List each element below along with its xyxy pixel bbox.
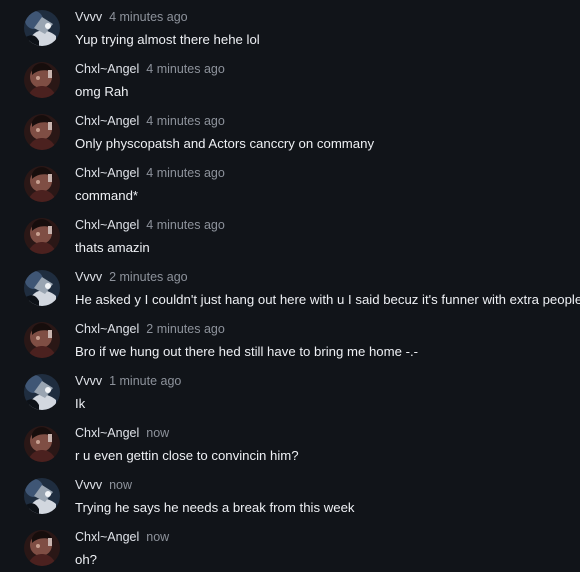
message-text: Yup trying almost there hehe lol xyxy=(75,32,260,47)
angel-avatar-icon xyxy=(24,166,60,202)
chat-message: Vvvv now Trying he says he needs a break … xyxy=(0,468,580,520)
angel-avatar-icon xyxy=(24,218,60,254)
message-text: r u even gettin close to convincin him? xyxy=(75,448,299,463)
username[interactable]: Chxl~Angel xyxy=(75,166,139,180)
message-text: Trying he says he needs a break from thi… xyxy=(75,500,355,515)
username[interactable]: Chxl~Angel xyxy=(75,62,139,76)
chat-message: Chxl~Angel now oh? xyxy=(0,520,580,572)
vvvv-avatar-icon xyxy=(24,374,60,410)
message-text: omg Rah xyxy=(75,84,129,99)
message-meta: Vvvv 1 minute ago xyxy=(75,374,181,389)
username[interactable]: Chxl~Angel xyxy=(75,218,139,232)
message-meta: Vvvv 2 minutes ago xyxy=(75,270,188,285)
message-meta: Vvvv now xyxy=(75,478,132,493)
avatar[interactable] xyxy=(24,62,60,98)
timestamp: 4 minutes ago xyxy=(146,62,225,76)
timestamp: 1 minute ago xyxy=(109,374,182,388)
timestamp: now xyxy=(146,426,170,440)
message-meta: Chxl~Angel 4 minutes ago xyxy=(75,218,225,233)
avatar[interactable] xyxy=(24,10,60,46)
avatar[interactable] xyxy=(24,270,60,306)
username[interactable]: Vvvv xyxy=(75,374,102,388)
message-text: thats amazin xyxy=(75,240,150,255)
timestamp: 4 minutes ago xyxy=(146,166,225,180)
message-meta: Chxl~Angel 2 minutes ago xyxy=(75,322,225,337)
angel-avatar-icon xyxy=(24,426,60,462)
chat-message: Chxl~Angel 4 minutes ago Only physcopatsh… xyxy=(0,104,580,156)
chat-message: Chxl~Angel 4 minutes ago omg Rah xyxy=(0,52,580,104)
message-text: Bro if we hung out there hed still have … xyxy=(75,344,419,359)
avatar[interactable] xyxy=(24,478,60,514)
username[interactable]: Chxl~Angel xyxy=(75,114,139,128)
chat-message: Vvvv 2 minutes ago He asked y I couldn't … xyxy=(0,260,580,312)
vvvv-avatar-icon xyxy=(24,10,60,46)
angel-avatar-icon xyxy=(24,530,60,566)
avatar[interactable] xyxy=(24,426,60,462)
chat-message-list[interactable]: Vvvv 4 minutes ago Yup trying almost ther… xyxy=(0,0,580,572)
message-text: Ik xyxy=(75,396,86,411)
message-meta: Chxl~Angel 4 minutes ago xyxy=(75,114,225,129)
message-text: Only physcopatsh and Actors canccry on c… xyxy=(75,136,375,151)
message-text: He asked y I couldn't just hang out here… xyxy=(75,292,580,307)
avatar[interactable] xyxy=(24,374,60,410)
chat-message: Vvvv 1 minute ago Ik xyxy=(0,364,580,416)
vvvv-avatar-icon xyxy=(24,270,60,306)
username[interactable]: Chxl~Angel xyxy=(75,322,139,336)
timestamp: now xyxy=(109,478,133,492)
chat-message: Vvvv 4 minutes ago Yup trying almost ther… xyxy=(0,0,580,52)
timestamp: 4 minutes ago xyxy=(146,114,225,128)
avatar[interactable] xyxy=(24,530,60,566)
username[interactable]: Chxl~Angel xyxy=(75,426,139,440)
avatar[interactable] xyxy=(24,322,60,358)
angel-avatar-icon xyxy=(24,62,60,98)
message-text: command* xyxy=(75,188,139,203)
vvvv-avatar-icon xyxy=(24,478,60,514)
message-meta: Chxl~Angel now xyxy=(75,530,169,545)
username[interactable]: Vvvv xyxy=(75,10,102,24)
message-meta: Chxl~Angel 4 minutes ago xyxy=(75,166,225,181)
username[interactable]: Vvvv xyxy=(75,478,102,492)
message-meta: Chxl~Angel now xyxy=(75,426,169,441)
message-text: oh? xyxy=(75,552,98,567)
angel-avatar-icon xyxy=(24,322,60,358)
timestamp: now xyxy=(146,530,170,544)
message-meta: Chxl~Angel 4 minutes ago xyxy=(75,62,225,77)
message-meta: Vvvv 4 minutes ago xyxy=(75,10,188,25)
avatar[interactable] xyxy=(24,166,60,202)
chat-message: Chxl~Angel 2 minutes ago Bro if we hung o… xyxy=(0,312,580,364)
username[interactable]: Vvvv xyxy=(75,270,102,284)
chat-message: Chxl~Angel 4 minutes ago thats amazin xyxy=(0,208,580,260)
avatar[interactable] xyxy=(24,114,60,150)
username[interactable]: Chxl~Angel xyxy=(75,530,139,544)
avatar[interactable] xyxy=(24,218,60,254)
timestamp: 2 minutes ago xyxy=(146,322,225,336)
timestamp: 2 minutes ago xyxy=(109,270,188,284)
timestamp: 4 minutes ago xyxy=(109,10,188,24)
chat-message: Chxl~Angel now r u even gettin close to c… xyxy=(0,416,580,468)
chat-message: Chxl~Angel 4 minutes ago command* xyxy=(0,156,580,208)
timestamp: 4 minutes ago xyxy=(146,218,225,232)
angel-avatar-icon xyxy=(24,114,60,150)
